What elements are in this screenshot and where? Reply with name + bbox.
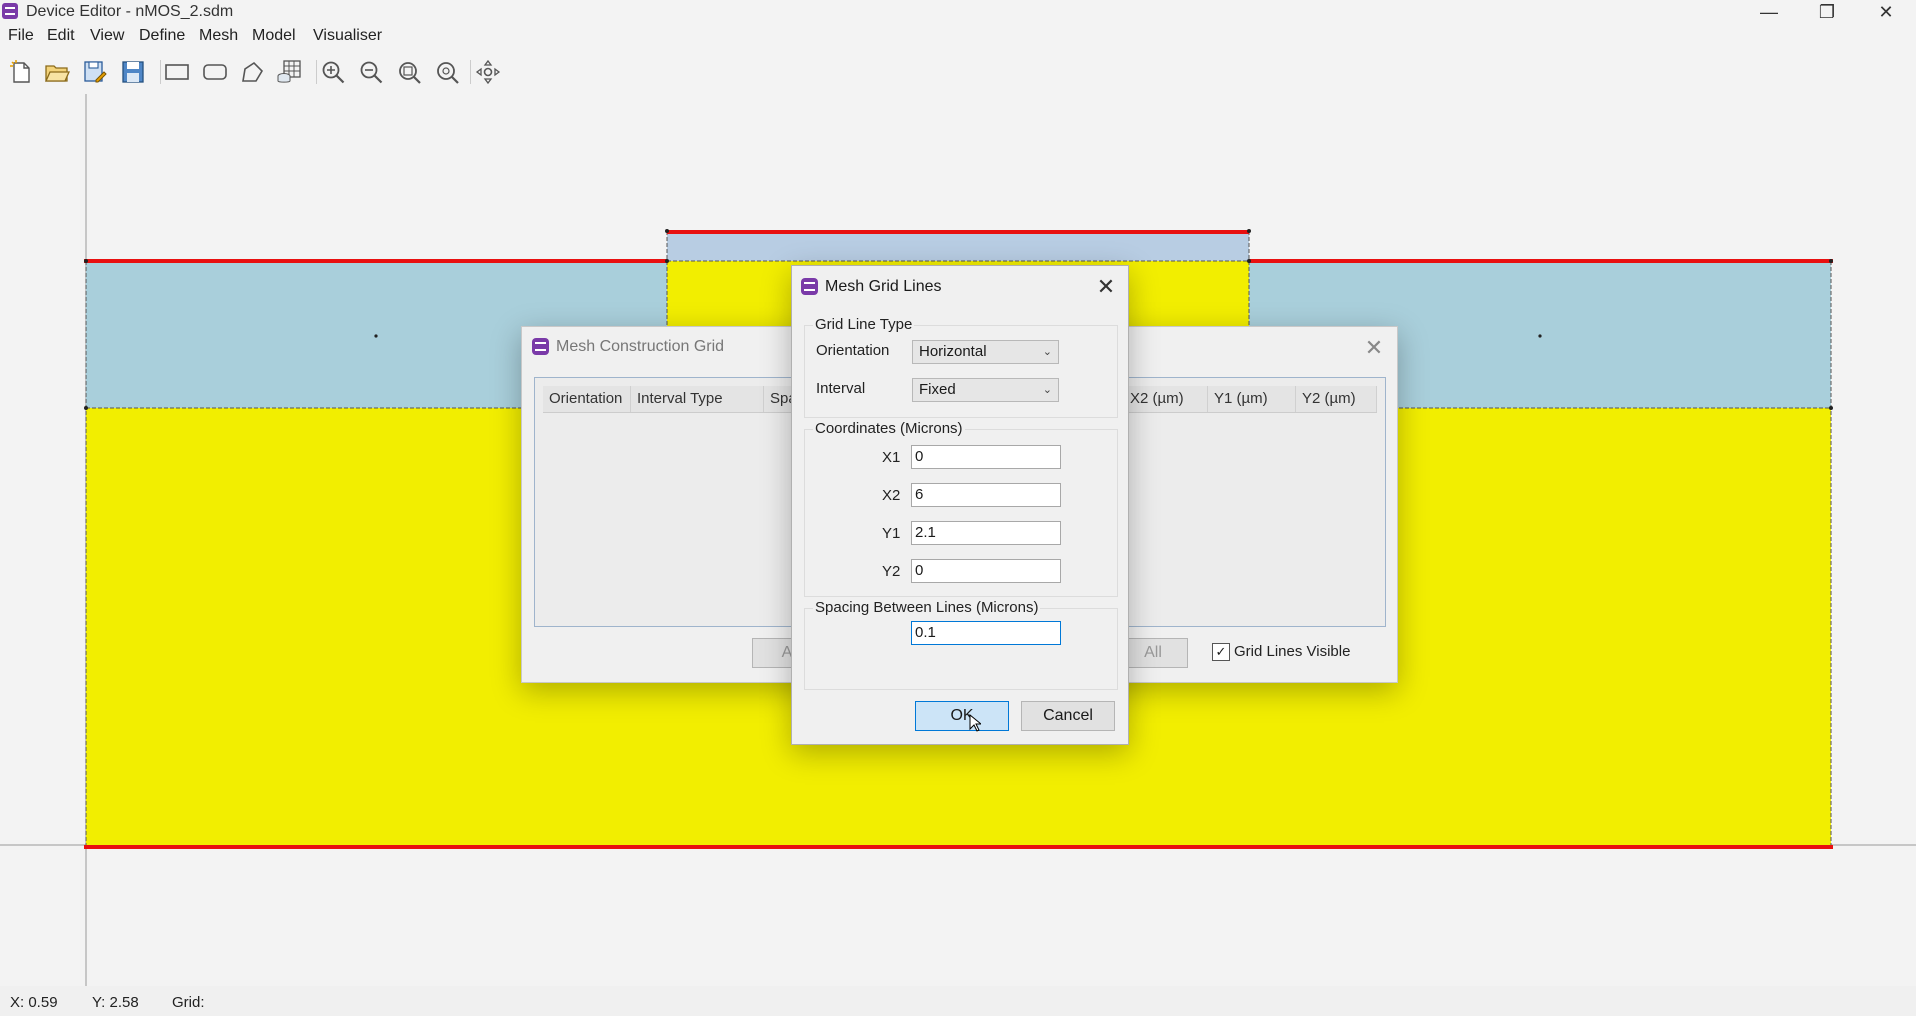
column-header-y2[interactable]: Y2 (µm) — [1296, 386, 1377, 412]
spacing-label: Spacing Between Lines (Microns) — [813, 599, 1041, 616]
app-icon — [2, 3, 18, 19]
orientation-select[interactable]: Horizontal ⌄ — [912, 340, 1059, 364]
ok-button[interactable]: OK — [915, 701, 1009, 731]
x1-label: X1 — [882, 449, 901, 466]
open-icon[interactable] — [42, 57, 72, 87]
y2-label: Y2 — [882, 563, 901, 580]
menu-view[interactable]: View — [90, 27, 124, 45]
vertex-point — [1829, 259, 1833, 263]
menu-edit[interactable]: Edit — [47, 27, 75, 45]
toolbar-separator — [316, 60, 317, 84]
pan-icon[interactable] — [473, 57, 503, 87]
menu-model[interactable]: Model — [252, 27, 296, 45]
interval-value: Fixed — [919, 381, 956, 398]
polygon-icon[interactable] — [237, 57, 267, 87]
dialog-title: Mesh Construction Grid — [556, 338, 725, 355]
save-icon[interactable] — [118, 57, 148, 87]
status-y-coordinate: Y: 2.58 — [92, 994, 139, 1011]
column-header-orientation[interactable]: Orientation — [543, 386, 631, 412]
close-icon[interactable]: ✕ — [1360, 335, 1388, 363]
vertex-point — [665, 229, 669, 233]
orientation-label: Orientation — [816, 342, 890, 359]
vertex-point — [1829, 406, 1833, 410]
zoom-in-icon[interactable] — [318, 57, 348, 87]
close-icon[interactable]: ✕ — [1092, 274, 1120, 302]
cancel-button[interactable]: Cancel — [1021, 701, 1115, 731]
toolbar-separator — [160, 60, 161, 84]
vertex-point — [84, 406, 88, 410]
status-grid: Grid: — [172, 994, 205, 1011]
zoom-reset-icon[interactable] — [432, 57, 462, 87]
save-as-icon[interactable] — [80, 57, 110, 87]
y2-field[interactable]: 0 — [911, 559, 1061, 583]
minimize-button[interactable]: — — [1740, 0, 1798, 26]
grid-lines-visible-checkbox[interactable]: ✓ — [1212, 643, 1230, 661]
window-title: Device Editor - nMOS_2.sdm — [26, 3, 234, 20]
mouse-cursor-icon — [969, 714, 981, 732]
coordinates-label: Coordinates (Microns) — [813, 420, 965, 437]
grid-line-type-label: Grid Line Type — [813, 316, 915, 333]
chevron-down-icon: ⌄ — [1042, 346, 1052, 358]
zoom-fit-icon[interactable] — [394, 57, 424, 87]
close-button[interactable]: ✕ — [1857, 0, 1915, 26]
interval-label: Interval — [816, 380, 866, 397]
menu-mesh[interactable]: Mesh — [199, 27, 238, 45]
x2-field[interactable]: 6 — [911, 483, 1061, 507]
maximize-button[interactable]: ❐ — [1798, 0, 1856, 26]
column-header-interval-type[interactable]: Interval Type — [631, 386, 764, 412]
menu-define[interactable]: Define — [139, 27, 185, 45]
toolbar — [0, 52, 1916, 94]
grid-lines-visible-label: Grid Lines Visible — [1234, 643, 1351, 660]
toolbar-separator — [470, 60, 471, 84]
zoom-out-icon[interactable] — [356, 57, 386, 87]
column-header-x2[interactable]: X2 (µm) — [1124, 386, 1208, 412]
rectangle-icon[interactable] — [162, 57, 192, 87]
chevron-down-icon: ⌄ — [1042, 384, 1052, 396]
region-marker — [374, 334, 378, 338]
vertex-point — [665, 259, 669, 263]
y1-label: Y1 — [882, 525, 901, 542]
interval-select[interactable]: Fixed ⌄ — [912, 378, 1059, 402]
grid-line-type-group — [804, 325, 1118, 418]
status-x-coordinate: X: 0.59 — [10, 994, 58, 1011]
title-bar: Device Editor - nMOS_2.sdm — ❐ ✕ — [0, 0, 1916, 26]
gate-oxide-region — [667, 231, 1249, 261]
dialog-title: Mesh Grid Lines — [825, 278, 942, 295]
column-header-y1[interactable]: Y1 (µm) — [1208, 386, 1296, 412]
orientation-value: Horizontal — [919, 343, 987, 360]
vertex-point — [1247, 229, 1251, 233]
region-marker — [1538, 334, 1542, 338]
mesh-grid-icon[interactable] — [274, 57, 304, 87]
mesh-grid-lines-dialog: Mesh Grid Lines ✕ Grid Line Type Orienta… — [791, 265, 1129, 745]
rounded-rectangle-icon[interactable] — [200, 57, 230, 87]
menu-file[interactable]: File — [8, 27, 34, 45]
dialog-title-bar: Mesh Grid Lines ✕ — [792, 266, 1128, 310]
vertex-point — [84, 259, 88, 263]
menu-visualiser[interactable]: Visualiser — [313, 27, 382, 45]
new-icon[interactable] — [6, 57, 36, 87]
y1-field[interactable]: 2.1 — [911, 521, 1061, 545]
spacing-field[interactable]: 0.1 — [911, 621, 1061, 645]
x1-field[interactable]: 0 — [911, 445, 1061, 469]
x2-label: X2 — [882, 487, 901, 504]
vertex-point — [1247, 259, 1251, 263]
status-bar: X: 0.59 Y: 2.58 Grid: — [0, 986, 1916, 1016]
app-icon — [801, 278, 818, 295]
app-icon — [532, 338, 549, 355]
